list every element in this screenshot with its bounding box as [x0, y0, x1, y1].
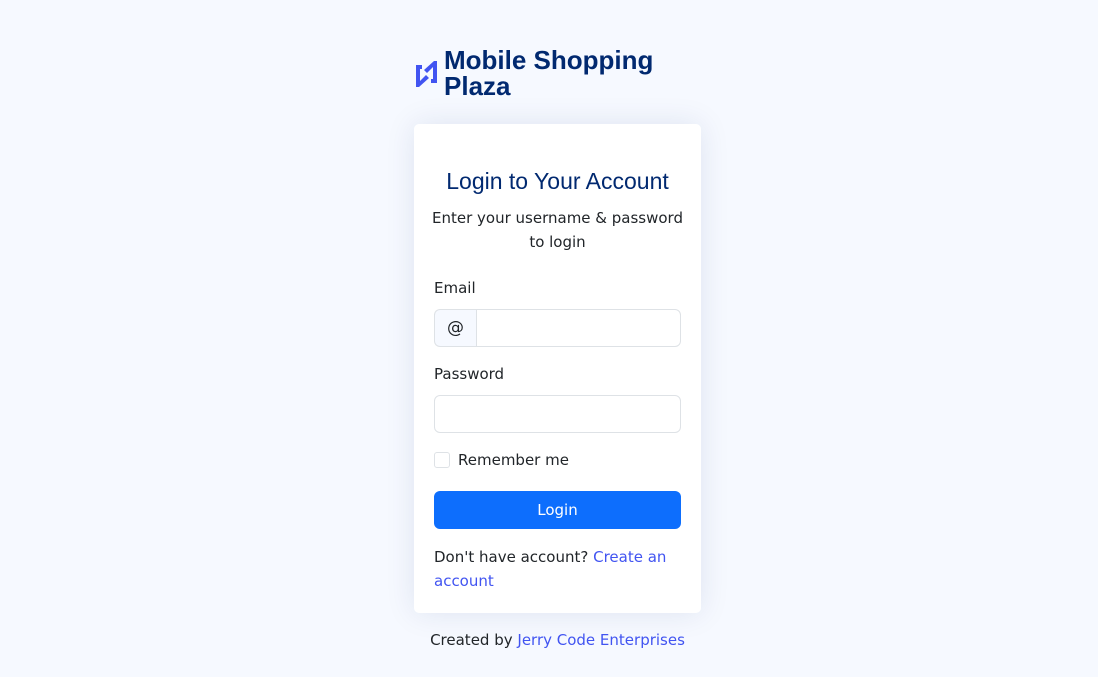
signup-prompt: Don't have account? Create an account	[434, 545, 681, 593]
login-button[interactable]: Login	[434, 491, 681, 529]
footer: Created by Jerry Code Enterprises	[0, 631, 1098, 649]
remember-me[interactable]: Remember me	[434, 451, 569, 469]
brand[interactable]: Mobile Shopping Plaza	[414, 47, 684, 99]
card-title: Login to Your Account	[446, 168, 669, 194]
password-label: Password	[434, 365, 505, 383]
at-addon: @	[434, 309, 476, 347]
remember-label: Remember me	[458, 451, 569, 469]
brand-name: Mobile Shopping Plaza	[444, 45, 654, 101]
email-input-group: @	[434, 309, 681, 347]
logo-icon	[416, 61, 437, 87]
password-field[interactable]	[434, 395, 681, 433]
signup-text: Don't have account?	[434, 548, 589, 566]
footer-link[interactable]: Jerry Code Enterprises	[517, 631, 685, 649]
email-field[interactable]	[476, 309, 681, 347]
remember-checkbox[interactable]	[434, 452, 450, 468]
footer-prefix: Created by	[430, 631, 513, 649]
card-subtitle: Enter your username & password to login	[432, 209, 683, 251]
email-label: Email	[434, 279, 476, 297]
login-card: Login to Your Account Enter your usernam…	[414, 124, 701, 613]
